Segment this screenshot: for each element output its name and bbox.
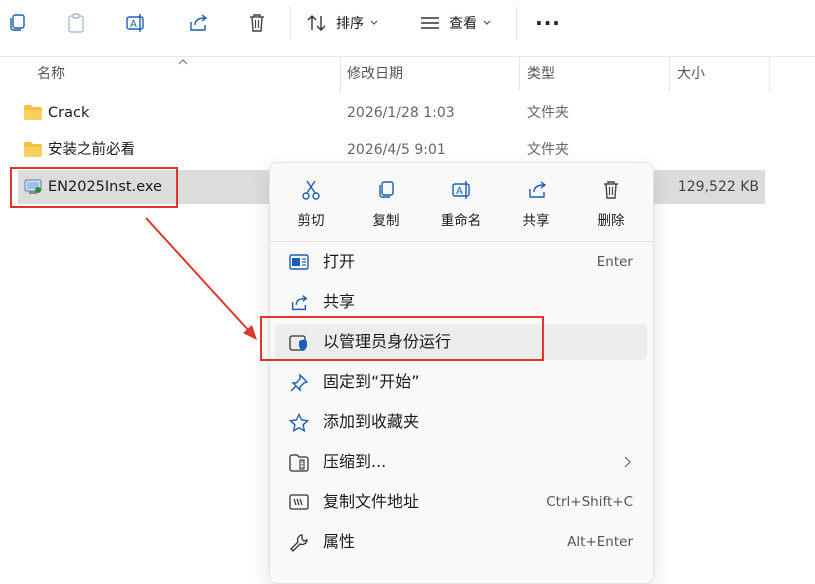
delete-label: 删除 (597, 213, 625, 229)
annotation-highlight-run-as-admin (260, 316, 544, 361)
menu-item-label: 添加到收藏夹 (323, 412, 420, 431)
wrench-icon (290, 534, 308, 552)
share-icon (529, 181, 547, 198)
svg-text:A: A (456, 186, 463, 197)
star-icon (289, 413, 309, 433)
menu-item-pin-to-start[interactable]: 固定到“开始” (275, 364, 647, 400)
zip-folder-icon (289, 454, 309, 472)
delete-action-button[interactable]: 删除 (576, 173, 646, 233)
share-icon (291, 295, 308, 311)
menu-item-open[interactable]: 打开 Enter (275, 244, 647, 280)
open-window-icon (289, 254, 309, 270)
menu-item-add-to-favorites[interactable]: 添加到收藏夹 (275, 404, 647, 440)
menu-item-shortcut: Alt+Enter (567, 534, 633, 550)
menu-item-copy-path[interactable]: 复制文件地址 Ctrl+Shift+C (275, 484, 647, 520)
menu-item-shortcut: Ctrl+Shift+C (546, 494, 633, 510)
copy-action-button[interactable]: 复制 (351, 173, 421, 233)
scissors-icon (302, 180, 320, 200)
menu-item-label: 固定到“开始” (323, 372, 420, 391)
copy-label: 复制 (372, 213, 400, 229)
menu-item-label: 共享 (323, 292, 356, 311)
menu-item-compress-to[interactable]: 压缩到... (275, 444, 647, 480)
context-menu: 剪切 复制 A 重命名 共享 删除 打开 Enter 共享 以管理员身份运行 固… (269, 162, 654, 584)
copy-icon (379, 181, 394, 198)
menu-item-shortcut: Enter (596, 254, 633, 270)
menu-item-share[interactable]: 共享 (275, 284, 647, 320)
pin-icon (290, 373, 309, 392)
menu-item-label: 属性 (323, 532, 356, 551)
menu-divider (270, 241, 653, 242)
menu-item-label: 复制文件地址 (323, 492, 420, 511)
chevron-right-icon (624, 456, 631, 468)
cut-label: 剪切 (297, 213, 325, 229)
menu-item-properties[interactable]: 属性 Alt+Enter (275, 524, 647, 560)
share-action-button[interactable]: 共享 (501, 173, 571, 233)
menu-item-label: 打开 (323, 252, 356, 271)
rename-label: 重命名 (440, 213, 482, 229)
share-label: 共享 (522, 213, 550, 229)
rename-action-button[interactable]: A 重命名 (426, 173, 496, 233)
copy-path-icon (289, 494, 309, 510)
menu-item-label: 压缩到... (323, 452, 387, 471)
trash-icon (604, 181, 618, 199)
rename-icon: A (452, 181, 470, 199)
cut-button[interactable]: 剪切 (276, 173, 346, 233)
